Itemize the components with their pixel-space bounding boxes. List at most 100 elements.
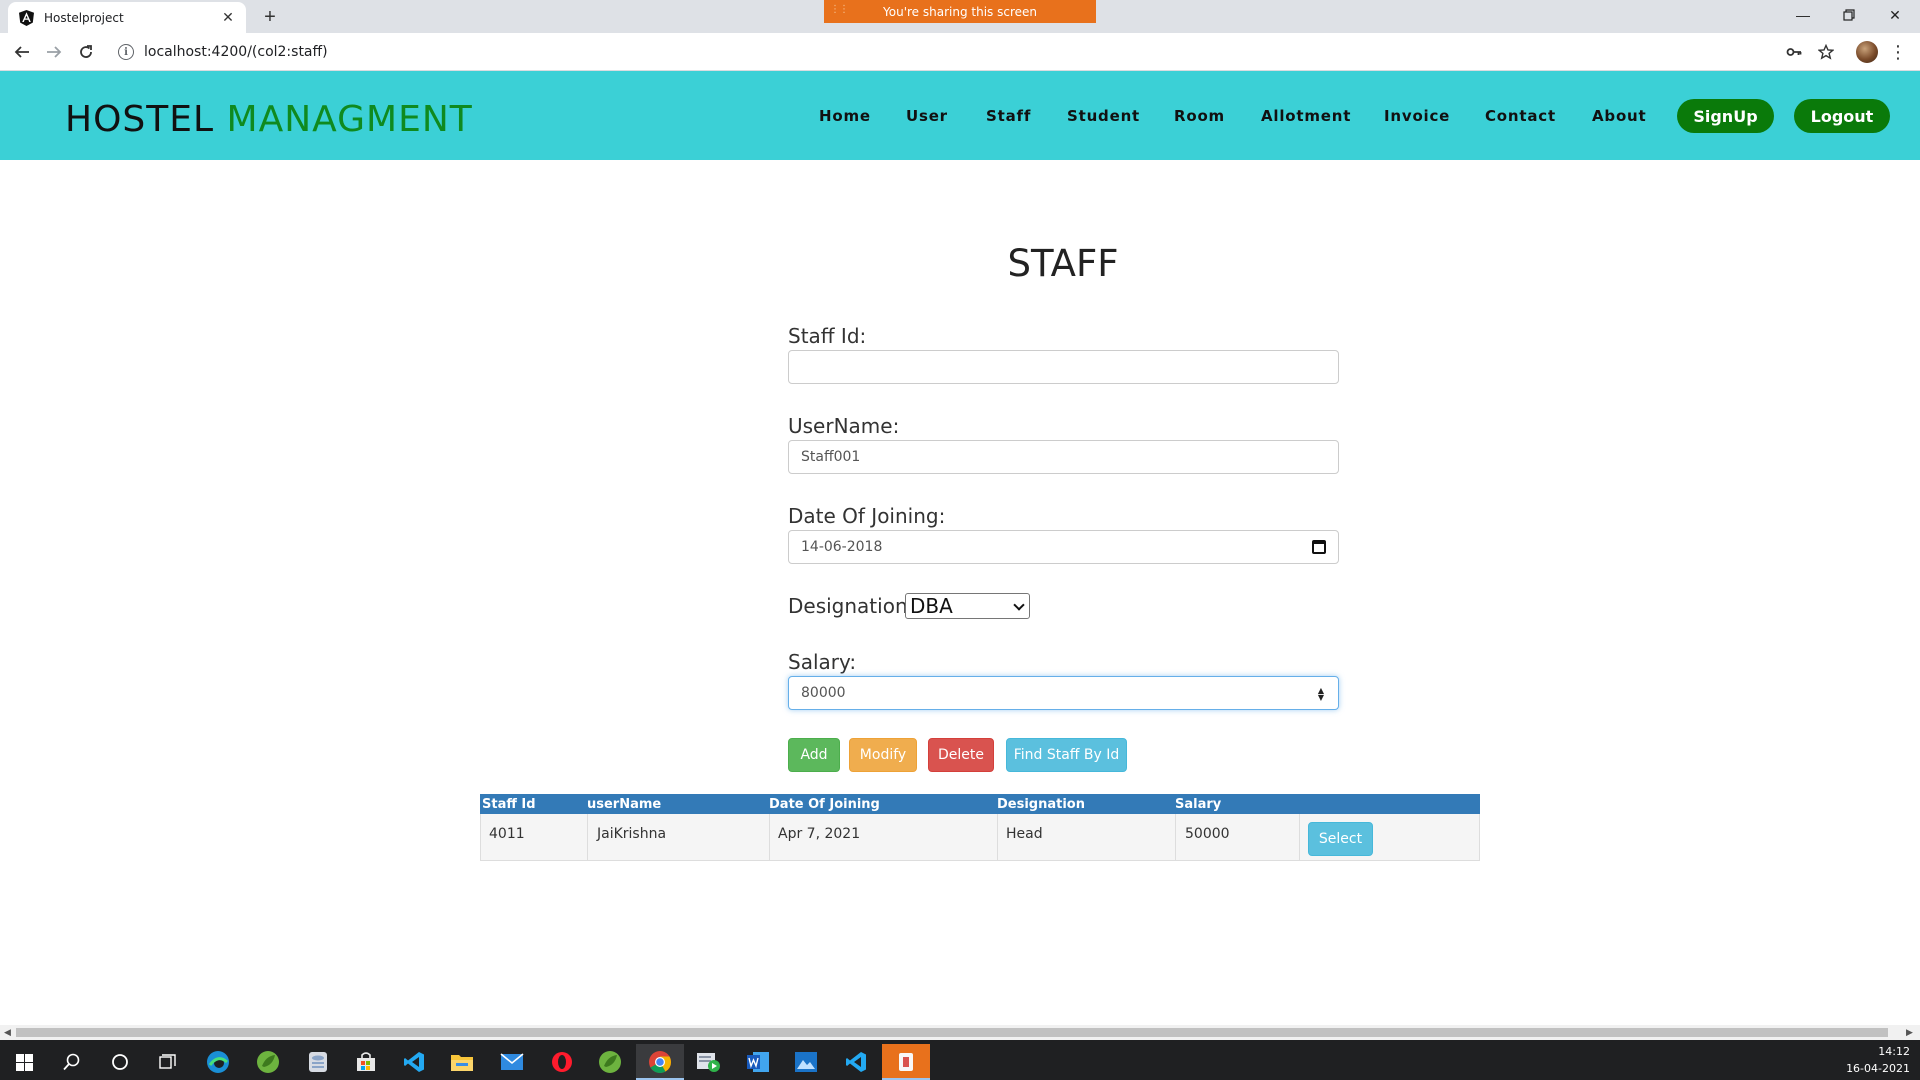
- cell-divider: [587, 814, 588, 861]
- brand-part2: MANAGMENT: [226, 99, 473, 140]
- cell-divider: [1299, 814, 1300, 861]
- edge-browser-icon[interactable]: [194, 1044, 242, 1080]
- close-window-icon[interactable]: ✕: [1872, 0, 1918, 30]
- share-banner-text: You're sharing this screen: [883, 4, 1037, 19]
- browser-toolbar: i localhost:4200/(col2:staff) ⋮: [0, 33, 1920, 71]
- designation-select[interactable]: DBA: [905, 593, 1030, 619]
- site-brand[interactable]: HOSTEL MANAGMENT: [65, 99, 473, 140]
- salary-input[interactable]: 80000 ▲ ▼: [788, 676, 1339, 710]
- database-icon[interactable]: [294, 1044, 342, 1080]
- calendar-icon[interactable]: [1312, 540, 1326, 554]
- nav-about[interactable]: About: [1592, 107, 1647, 125]
- date-of-joining-input[interactable]: 14-06-2018: [788, 530, 1339, 564]
- nav-user[interactable]: User: [906, 107, 948, 125]
- add-button[interactable]: Add: [788, 738, 840, 772]
- new-tab-button[interactable]: +: [258, 5, 282, 29]
- site-header: HOSTEL MANAGMENT Home User Staff Student…: [0, 71, 1920, 160]
- col-username: userName: [587, 797, 662, 812]
- minimize-icon[interactable]: —: [1780, 0, 1826, 30]
- salary-label: Salary:: [788, 650, 857, 674]
- microsoft-store-icon[interactable]: [342, 1044, 390, 1080]
- date-of-joining-label: Date Of Joining:: [788, 504, 946, 528]
- nav-contact[interactable]: Contact: [1485, 107, 1556, 125]
- opera-icon[interactable]: [538, 1044, 586, 1080]
- scroll-right-icon[interactable]: ▶: [1906, 1027, 1913, 1038]
- cell-date-of-joining: Apr 7, 2021: [778, 826, 861, 842]
- angular-logo-icon: [18, 9, 34, 26]
- username-input[interactable]: Staff001: [788, 440, 1339, 474]
- cortana-icon[interactable]: [96, 1044, 144, 1080]
- nav-allotment[interactable]: Allotment: [1261, 107, 1351, 125]
- cell-divider: [769, 814, 770, 861]
- col-date-of-joining: Date Of Joining: [769, 797, 880, 812]
- delete-button[interactable]: Delete: [928, 738, 994, 772]
- table-header: Staff Id userName Date Of Joining Design…: [480, 794, 1480, 814]
- nav-student[interactable]: Student: [1067, 107, 1140, 125]
- address-bar[interactable]: i localhost:4200/(col2:staff): [108, 37, 1858, 67]
- clock-date: 16-04-2021: [1846, 1062, 1910, 1075]
- site-info-icon[interactable]: i: [118, 44, 134, 60]
- cell-staff-id: 4011: [489, 826, 525, 842]
- forward-arrow-icon[interactable]: [42, 40, 66, 64]
- cell-salary: 50000: [1185, 826, 1230, 842]
- url-text[interactable]: localhost:4200/(col2:staff): [144, 44, 328, 60]
- file-explorer-icon[interactable]: [438, 1044, 486, 1080]
- restore-icon[interactable]: [1826, 0, 1872, 30]
- number-spinner-icon[interactable]: ▲ ▼: [1318, 687, 1324, 702]
- screen-share-app-icon[interactable]: [882, 1044, 930, 1080]
- horizontal-scrollbar[interactable]: ◀ ▶: [0, 1025, 1920, 1040]
- table-row: 4011 JaiKrishna Apr 7, 2021 Head 50000 S…: [480, 814, 1480, 861]
- find-staff-button[interactable]: Find Staff By Id: [1006, 738, 1127, 772]
- windows-start-icon[interactable]: [0, 1044, 48, 1080]
- task-view-icon[interactable]: [144, 1044, 192, 1080]
- nav-home[interactable]: Home: [819, 107, 871, 125]
- page-title: STAFF: [1007, 242, 1119, 285]
- bookmark-star-icon[interactable]: [1814, 40, 1838, 64]
- scroll-left-icon[interactable]: ◀: [4, 1027, 11, 1038]
- spring-tool-icon[interactable]: [244, 1044, 292, 1080]
- reload-icon[interactable]: [74, 40, 98, 64]
- brand-part1: HOSTEL: [65, 99, 215, 140]
- cell-divider: [1175, 814, 1176, 861]
- menu-kebab-icon[interactable]: ⋮: [1886, 40, 1910, 64]
- word-icon[interactable]: [734, 1044, 782, 1080]
- back-arrow-icon[interactable]: [10, 40, 34, 64]
- clock-time: 14:12: [1878, 1045, 1910, 1058]
- nav-staff[interactable]: Staff: [986, 107, 1031, 125]
- col-salary: Salary: [1175, 797, 1222, 812]
- vscode-icon-2[interactable]: [832, 1044, 880, 1080]
- staff-id-input[interactable]: [788, 350, 1339, 384]
- logout-button[interactable]: Logout: [1794, 99, 1890, 133]
- close-tab-icon[interactable]: ✕: [220, 9, 236, 26]
- cell-divider: [997, 814, 998, 861]
- cell-designation: Head: [1006, 826, 1043, 842]
- designation-label: Designation:: [788, 594, 915, 618]
- tab-title: Hostelproject: [44, 10, 124, 25]
- signup-button[interactable]: SignUp: [1677, 99, 1774, 133]
- photos-icon[interactable]: [782, 1044, 830, 1080]
- browser-tab[interactable]: Hostelproject ✕: [8, 2, 246, 33]
- modify-button[interactable]: Modify: [849, 738, 917, 772]
- media-player-icon[interactable]: [684, 1044, 732, 1080]
- key-icon[interactable]: [1782, 40, 1806, 64]
- search-icon[interactable]: [48, 1044, 96, 1080]
- select-row-button[interactable]: Select: [1308, 822, 1373, 856]
- profile-avatar[interactable]: [1856, 41, 1878, 63]
- nav-room[interactable]: Room: [1174, 107, 1225, 125]
- staff-id-label: Staff Id:: [788, 324, 867, 348]
- drag-grip-icon[interactable]: ⋮⋮: [830, 4, 849, 15]
- nav-invoice[interactable]: Invoice: [1384, 107, 1450, 125]
- chrome-icon[interactable]: [636, 1044, 684, 1080]
- system-clock[interactable]: 14:12 16-04-2021: [1846, 1043, 1910, 1077]
- windows-taskbar: 14:12 16-04-2021: [0, 1040, 1920, 1080]
- vscode-icon[interactable]: [390, 1044, 438, 1080]
- scrollbar-thumb[interactable]: [16, 1028, 1888, 1037]
- salary-value: 80000: [801, 685, 846, 701]
- cell-username: JaiKrishna: [597, 826, 667, 842]
- date-of-joining-value: 14-06-2018: [801, 539, 883, 555]
- chevron-down-icon: [1013, 599, 1025, 611]
- browser-tabstrip: Hostelproject ✕ + ⋮⋮ You're sharing this…: [0, 0, 1920, 33]
- spring-tool-icon-2[interactable]: [586, 1044, 634, 1080]
- mail-icon[interactable]: [488, 1044, 536, 1080]
- screen-share-banner[interactable]: ⋮⋮ You're sharing this screen: [824, 0, 1096, 23]
